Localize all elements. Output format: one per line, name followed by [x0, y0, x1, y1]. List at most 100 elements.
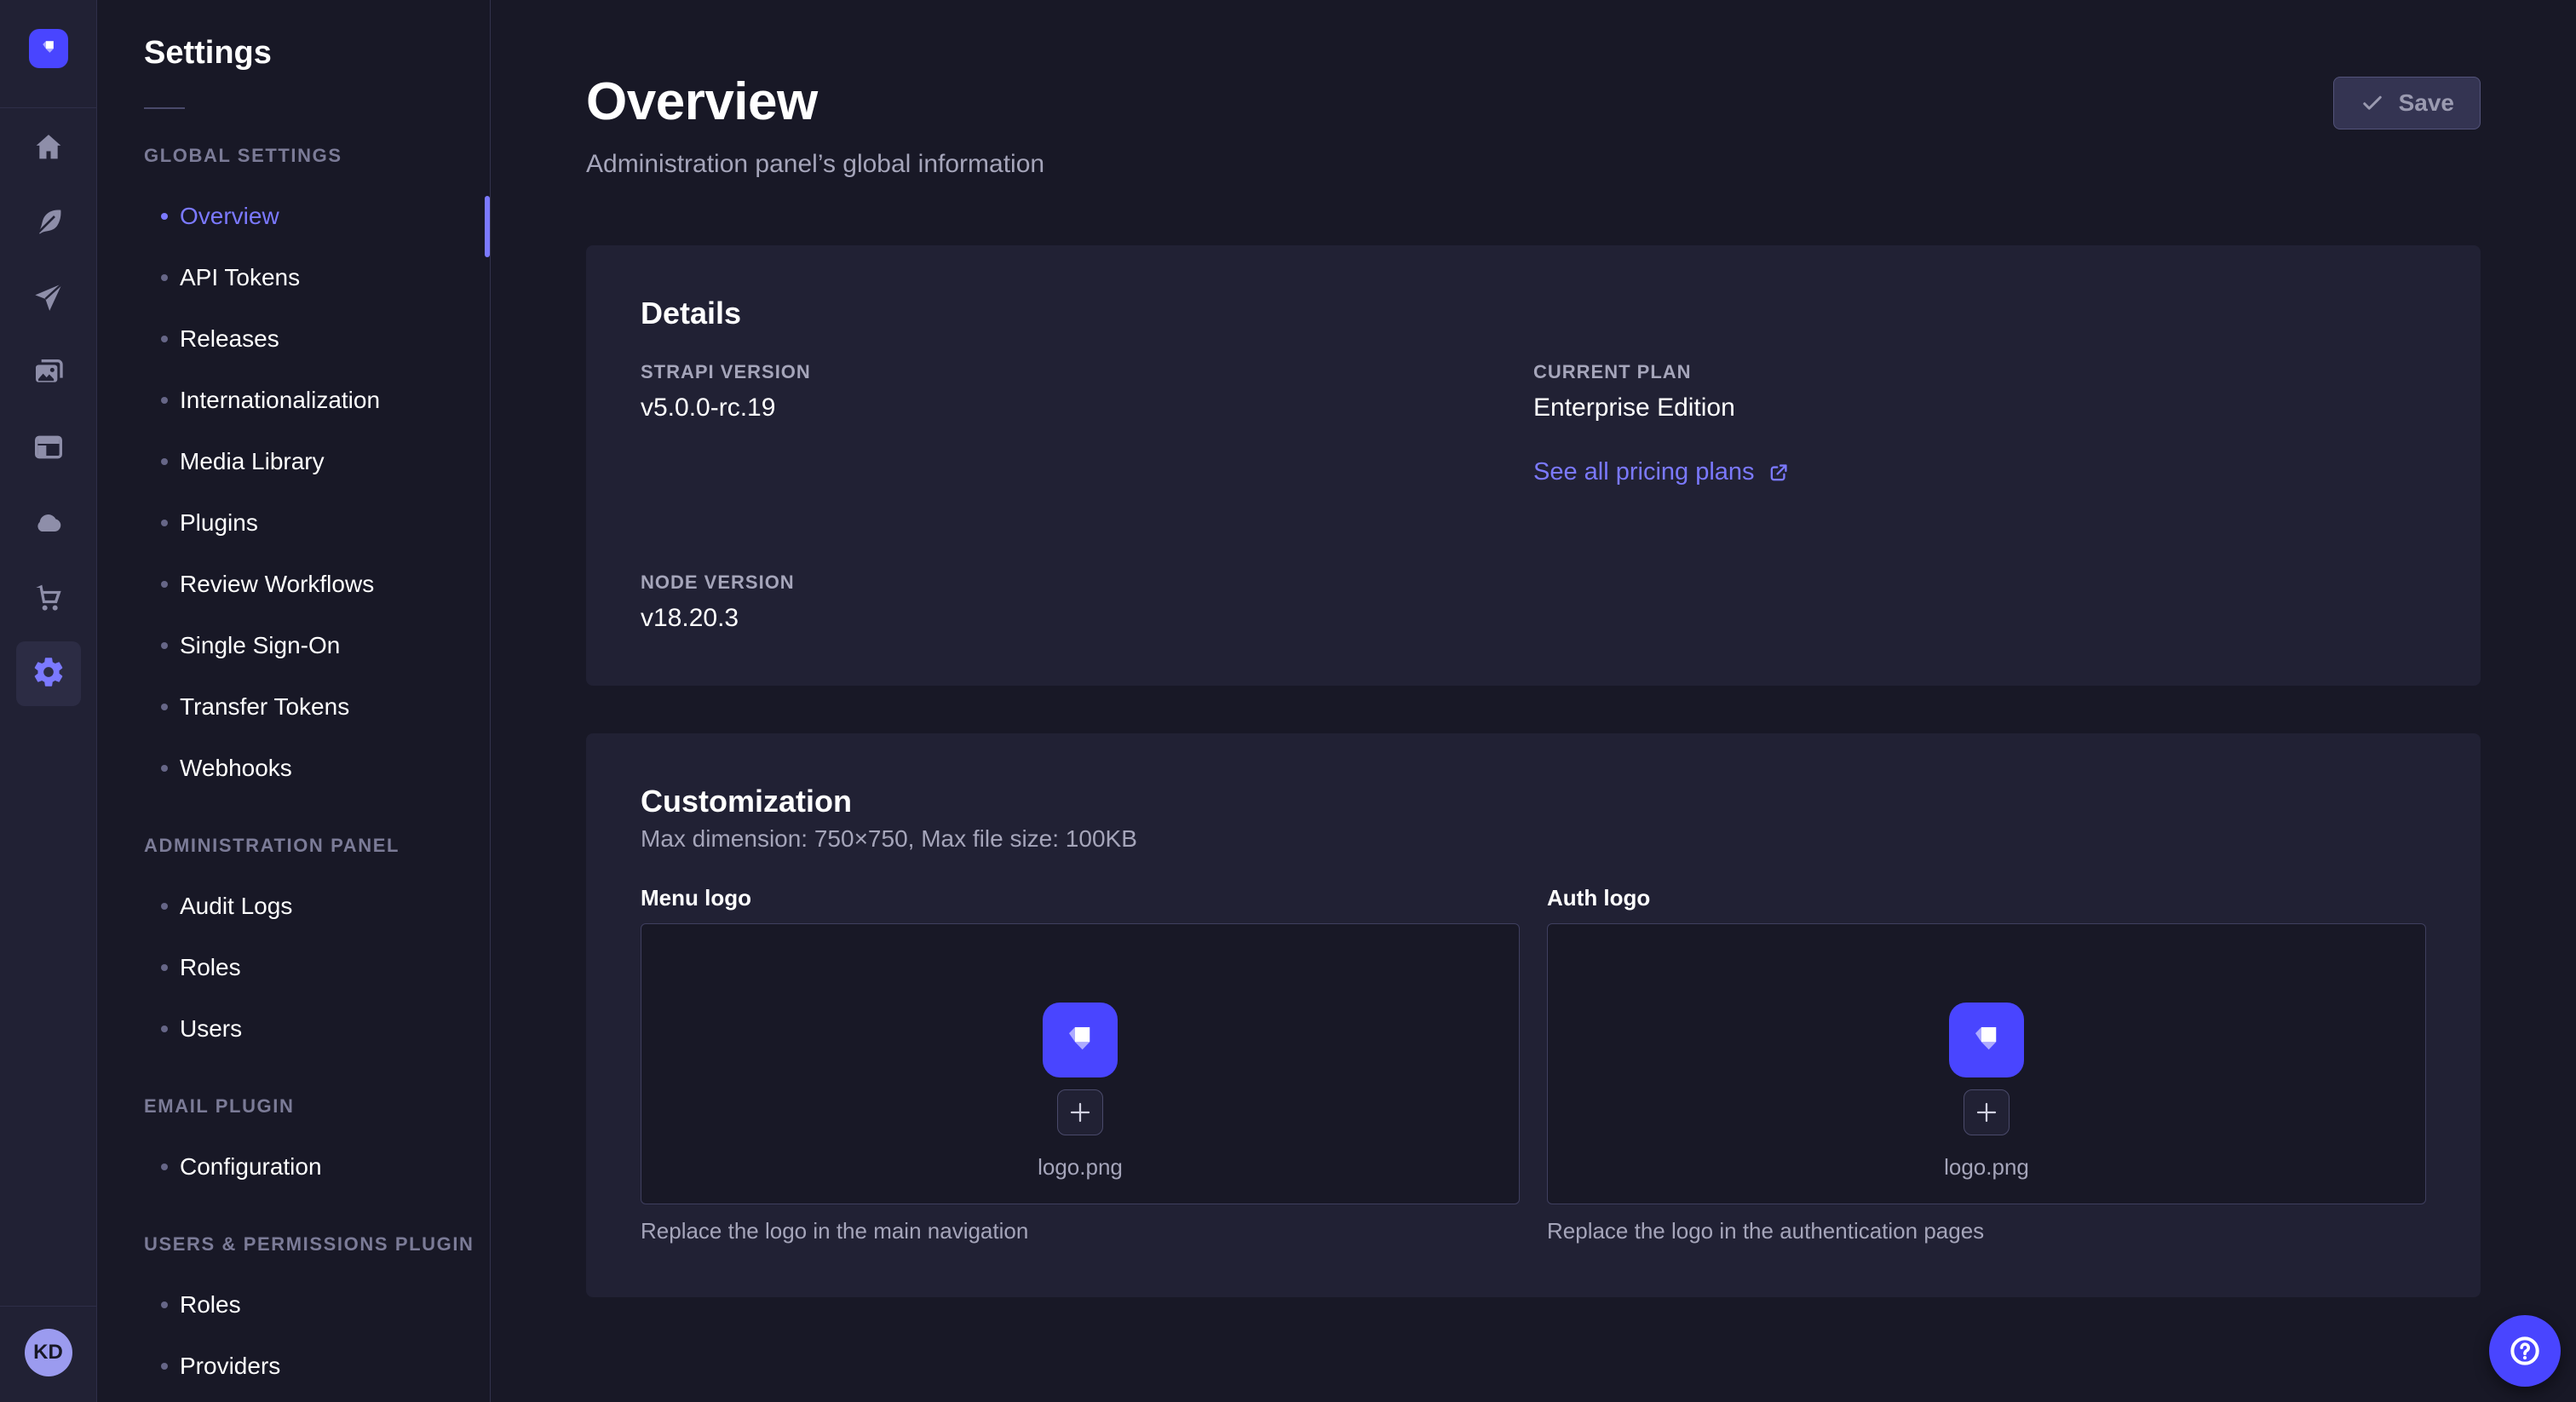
bullet-icon: [161, 581, 168, 588]
strapi-workspace-button[interactable]: [29, 29, 68, 68]
subnav-item-webhooks[interactable]: Webhooks: [144, 738, 490, 799]
subnav-item-overview[interactable]: Overview: [144, 186, 490, 247]
cloud-icon: [32, 505, 66, 543]
section-header-global-settings: GLOBAL SETTINGS: [144, 145, 490, 167]
plus-icon: [1973, 1099, 2000, 1126]
auth-logo-filename: logo.png: [1944, 1154, 2029, 1181]
pricing-plans-link[interactable]: See all pricing plans: [1533, 458, 1791, 486]
rail-item-marketplace[interactable]: [0, 561, 97, 636]
section-header-administration-panel: ADMINISTRATION PANEL: [144, 835, 490, 857]
subnav-item-releases[interactable]: Releases: [144, 308, 490, 370]
layout-icon: [32, 430, 66, 468]
bullet-icon: [161, 1301, 168, 1308]
customization-card: Customization Max dimension: 750×750, Ma…: [586, 733, 2481, 1297]
subnav-item-label: Users: [180, 1015, 242, 1043]
subnav-item-media-library[interactable]: Media Library: [144, 431, 490, 492]
menu-logo-add-button[interactable]: [1057, 1089, 1103, 1135]
rail-item-releases[interactable]: [0, 261, 97, 336]
auth-logo-dropzone[interactable]: logo.png: [1547, 923, 2426, 1204]
node-version-field: NODE VERSION v18.20.3: [641, 572, 1533, 633]
bullet-icon: [161, 336, 168, 342]
subnav-item-email-configuration[interactable]: Configuration: [144, 1136, 490, 1198]
subnav-item-label: Providers: [180, 1353, 280, 1380]
node-version-label: NODE VERSION: [641, 572, 1533, 594]
bullet-icon: [161, 964, 168, 971]
subnav-item-up-roles[interactable]: Roles: [144, 1274, 490, 1336]
main-content: Overview Administration panel’s global i…: [492, 0, 2576, 1402]
section-header-users-permissions-plugin: USERS & PERMISSIONS PLUGIN: [144, 1233, 490, 1255]
save-button-label: Save: [2399, 89, 2454, 117]
subnav-item-label: Review Workflows: [180, 571, 374, 598]
rail-item-settings[interactable]: [0, 636, 97, 711]
bullet-icon: [161, 1026, 168, 1032]
subnav-item-audit-logs[interactable]: Audit Logs: [144, 876, 490, 937]
check-icon: [2360, 90, 2385, 116]
section-administration-panel-items: Audit Logs Roles Users: [144, 876, 490, 1060]
feather-icon: [32, 205, 66, 244]
page-subtitle: Administration panel’s global informatio…: [586, 150, 1044, 179]
subnav-item-single-sign-on[interactable]: Single Sign-On: [144, 615, 490, 676]
subnav-item-api-tokens[interactable]: API Tokens: [144, 247, 490, 308]
user-avatar[interactable]: KD: [25, 1329, 72, 1376]
bullet-icon: [161, 458, 168, 465]
subnav-item-label: Single Sign-On: [180, 632, 340, 659]
subnav-item-admin-roles[interactable]: Roles: [144, 937, 490, 998]
auth-logo-preview: [1949, 1003, 2024, 1077]
paper-plane-icon: [32, 280, 66, 319]
plus-icon: [1067, 1099, 1094, 1126]
bullet-icon: [161, 642, 168, 649]
page-header: Overview Administration panel’s global i…: [586, 0, 2481, 179]
pricing-plans-link-label: See all pricing plans: [1533, 458, 1755, 486]
strapi-version-field: STRAPI VERSION v5.0.0-rc.19: [641, 361, 1533, 486]
subnav-item-review-workflows[interactable]: Review Workflows: [144, 554, 490, 615]
rail-bottom: KD: [0, 1306, 96, 1402]
rail-item-home[interactable]: [0, 112, 97, 187]
bullet-icon: [161, 765, 168, 772]
rail-item-content-type-builder[interactable]: [0, 411, 97, 486]
strapi-version-value: v5.0.0-rc.19: [641, 394, 1533, 422]
menu-logo-preview: [1043, 1003, 1118, 1077]
section-global-settings-items: Overview API Tokens Releases Internation…: [144, 186, 490, 799]
customization-card-title: Customization: [641, 784, 2426, 819]
auth-logo-add-button[interactable]: [1964, 1089, 2010, 1135]
help-button[interactable]: [2489, 1315, 2561, 1387]
menu-logo-filename: logo.png: [1038, 1154, 1123, 1181]
section-header-email-plugin: EMAIL PLUGIN: [144, 1095, 490, 1118]
subnav-title-divider: [144, 107, 185, 109]
subnav-item-admin-users[interactable]: Users: [144, 998, 490, 1060]
subnav-item-internationalization[interactable]: Internationalization: [144, 370, 490, 431]
rail-divider: [0, 107, 96, 108]
strapi-version-label: STRAPI VERSION: [641, 361, 1533, 383]
subnav-scrollbar-thumb[interactable]: [485, 196, 490, 257]
subnav-item-label: Releases: [180, 325, 279, 353]
subnav-item-label: Configuration: [180, 1153, 322, 1181]
rail-item-media-library[interactable]: [0, 336, 97, 411]
auth-logo-label: Auth logo: [1547, 885, 2426, 911]
subnav-item-label: Internationalization: [180, 387, 380, 414]
node-version-value: v18.20.3: [641, 604, 1533, 633]
settings-active-pill: [16, 641, 81, 706]
bullet-icon: [161, 274, 168, 281]
menu-logo-upload: Menu logo: [641, 885, 1520, 1244]
subnav-item-label: Webhooks: [180, 755, 292, 782]
rail-item-deploy[interactable]: [0, 486, 97, 561]
strapi-logo-icon: [1057, 1015, 1103, 1066]
current-plan-label: CURRENT PLAN: [1533, 361, 2426, 383]
auth-logo-upload: Auth logo: [1547, 885, 2426, 1244]
settings-subnav: Settings GLOBAL SETTINGS Overview API To…: [98, 0, 491, 1402]
nav-rail: KD: [0, 0, 97, 1402]
cart-icon: [32, 580, 66, 618]
strapi-logo-icon: [37, 35, 60, 63]
subnav-item-transfer-tokens[interactable]: Transfer Tokens: [144, 676, 490, 738]
subnav-item-plugins[interactable]: Plugins: [144, 492, 490, 554]
save-button[interactable]: Save: [2333, 77, 2481, 129]
subnav-item-label: Roles: [180, 954, 241, 981]
rail-item-content-manager[interactable]: [0, 187, 97, 261]
subnav-item-up-providers[interactable]: Providers: [144, 1336, 490, 1397]
bullet-icon: [161, 397, 168, 404]
page-header-text: Overview Administration panel’s global i…: [586, 75, 1044, 179]
menu-logo-dropzone[interactable]: logo.png: [641, 923, 1520, 1204]
details-card-title: Details: [641, 296, 2426, 330]
subnav-title: Settings: [144, 34, 490, 72]
images-icon: [32, 355, 66, 394]
